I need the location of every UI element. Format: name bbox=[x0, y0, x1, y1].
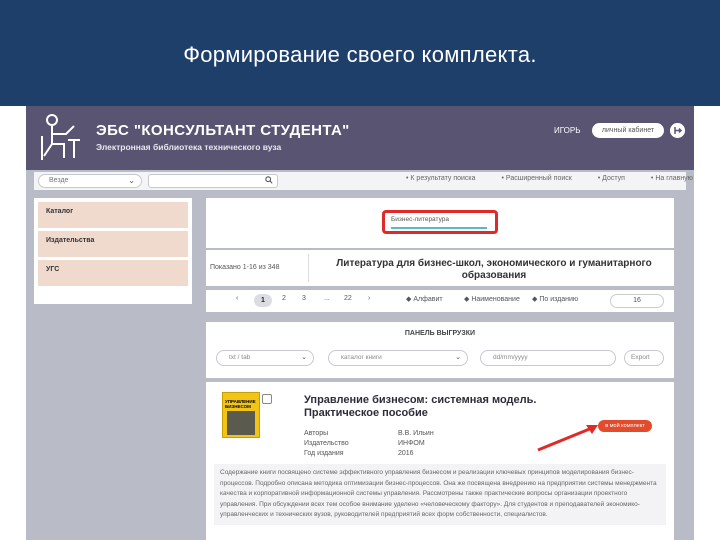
tag-underline bbox=[391, 227, 487, 229]
chevron-down-icon: ⌄ bbox=[301, 354, 307, 361]
collection-tag-panel: Бизнес-литература bbox=[206, 198, 674, 248]
export-type-value: каталог книги bbox=[341, 354, 382, 361]
chevron-down-icon: ⌄ bbox=[128, 176, 135, 185]
highlighted-tag[interactable]: Бизнес-литература bbox=[382, 210, 498, 234]
chevron-down-icon: ⌄ bbox=[455, 354, 461, 361]
screenshot: ЭБС "КОНСУЛЬТАНТ СТУДЕНТА" Электронная б… bbox=[26, 106, 694, 540]
page-1[interactable]: 1 bbox=[254, 294, 272, 307]
nav-link-access[interactable]: • Доступ bbox=[598, 175, 637, 182]
export-panel: ПАНЕЛЬ ВЫГРУЗКИ txt / tab ⌄ каталог книг… bbox=[206, 322, 674, 378]
book-cover-text: УПРАВЛЕНИЕ БИЗНЕСОМ bbox=[225, 399, 256, 409]
export-panel-title: ПАНЕЛЬ ВЫГРУЗКИ bbox=[404, 330, 476, 337]
page-22[interactable]: 22 bbox=[344, 295, 352, 302]
site-subtitle: Электронная библиотека технического вуза bbox=[96, 142, 282, 152]
user-name[interactable]: ИГОРЬ bbox=[554, 126, 580, 135]
student-at-desk-logo-icon bbox=[41, 114, 80, 160]
export-type-select[interactable]: каталог книги ⌄ bbox=[328, 350, 468, 366]
sidebar-item-publishers[interactable]: Издательства bbox=[38, 231, 188, 257]
page-3[interactable]: 3 bbox=[302, 295, 306, 302]
per-page-select[interactable]: 16 bbox=[610, 294, 664, 308]
export-format-value: txt / tab bbox=[229, 354, 251, 361]
slide-header: Формирование своего комплекта. bbox=[0, 0, 720, 106]
collection-title: Литература для бизнес-школ, экономическо… bbox=[336, 258, 652, 281]
book-card: УПРАВЛЕНИЕ БИЗНЕСОМ Управление бизнесом:… bbox=[206, 382, 674, 540]
cabinet-button[interactable]: личный кабинет bbox=[592, 123, 664, 138]
site-name: ЭБС "КОНСУЛЬТАНТ СТУДЕНТА" bbox=[96, 122, 350, 139]
lock-icon bbox=[262, 394, 272, 404]
search-icon[interactable] bbox=[265, 176, 273, 184]
book-description: Содержание книги посвящено системе эффек… bbox=[214, 464, 666, 525]
year-label: Год издания bbox=[304, 450, 344, 457]
divider bbox=[308, 254, 309, 282]
search-scope-value: Везде bbox=[49, 177, 69, 184]
export-date-input[interactable]: dd/mm/yyyy bbox=[480, 350, 616, 366]
book-cover-image[interactable]: УПРАВЛЕНИЕ БИЗНЕСОМ bbox=[222, 392, 260, 438]
prev-page-icon[interactable]: ‹ bbox=[236, 295, 238, 302]
export-button[interactable]: Export bbox=[624, 350, 664, 366]
slide-title: Формирование своего комплекта. bbox=[183, 42, 537, 67]
publisher-value: ИНФОМ bbox=[398, 440, 425, 447]
book-title[interactable]: Управление бизнесом: системная модель. П… bbox=[304, 394, 584, 420]
sidebar-item-ugs[interactable]: УГС bbox=[38, 260, 188, 286]
page-ellipsis: ... bbox=[324, 295, 330, 302]
logout-icon[interactable] bbox=[670, 123, 685, 138]
sort-alphabet[interactable]: ◆ Алфавит bbox=[406, 295, 443, 303]
nav-link-home[interactable]: • На главную bbox=[651, 175, 694, 182]
sidebar: Каталог Издательства УГС bbox=[34, 198, 192, 304]
page-2[interactable]: 2 bbox=[282, 295, 286, 302]
next-page-icon[interactable]: › bbox=[368, 295, 370, 302]
search-scope-select[interactable]: Везде ⌄ bbox=[38, 174, 142, 188]
nav-link-results[interactable]: • К результату поиска bbox=[406, 175, 488, 182]
add-to-set-button[interactable]: в мой комплект bbox=[598, 420, 652, 432]
search-bar: Везде ⌄ • К результату поиска • Расширен… bbox=[34, 172, 693, 190]
sort-edition[interactable]: ◆ По изданию bbox=[532, 295, 578, 303]
export-format-select[interactable]: txt / tab ⌄ bbox=[216, 350, 314, 366]
sidebar-item-catalog[interactable]: Каталог bbox=[38, 202, 188, 228]
sort-name[interactable]: ◆ Наименование bbox=[464, 295, 520, 303]
nav-link-advanced-search[interactable]: • Расширенный поиск bbox=[501, 175, 583, 182]
results-count: Показано 1-16 из 348 bbox=[210, 264, 280, 271]
collection-tag: Бизнес-литература bbox=[391, 216, 449, 223]
authors-value: В.В. Ильин bbox=[398, 430, 434, 437]
site-header: ЭБС "КОНСУЛЬТАНТ СТУДЕНТА" Электронная б… bbox=[26, 106, 694, 170]
pagination-bar: ‹ 1 2 3 ... 22 › ◆ Алфавит ◆ Наименовани… bbox=[206, 290, 674, 312]
publisher-label: Издательство bbox=[304, 440, 349, 447]
top-nav-links: • К результату поиска • Расширенный поис… bbox=[406, 175, 694, 182]
year-value: 2016 bbox=[398, 450, 414, 457]
book-cover-picture bbox=[227, 411, 255, 435]
search-input[interactable] bbox=[148, 174, 278, 188]
authors-label: Авторы bbox=[304, 430, 329, 437]
collection-info: Показано 1-16 из 348 Литература для бизн… bbox=[206, 250, 674, 286]
export-date-placeholder: dd/mm/yyyy bbox=[493, 354, 528, 361]
